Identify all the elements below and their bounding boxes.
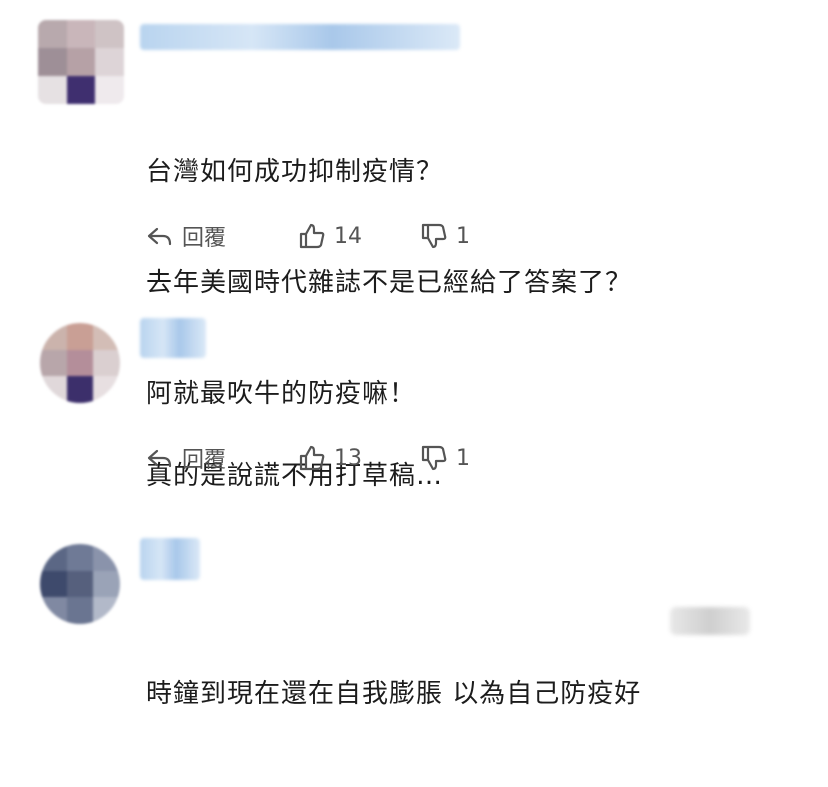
commenter-name[interactable] <box>140 318 206 358</box>
dislike-button[interactable]: 1 <box>420 443 470 473</box>
reply-button[interactable]: 回覆 <box>146 221 226 251</box>
reply-arrow-icon <box>147 449 172 468</box>
dislike-count: 1 <box>456 223 470 249</box>
dislike-button[interactable]: 1 <box>420 221 470 251</box>
thumbs-up-icon <box>299 223 325 249</box>
redacted-text <box>670 607 750 635</box>
dislike-count: 1 <box>456 445 470 471</box>
reply-label: 回覆 <box>182 226 227 251</box>
like-count: 14 <box>334 223 362 249</box>
avatar[interactable] <box>40 544 120 624</box>
comment-actions: 回覆 13 1 <box>146 443 486 473</box>
commenter-name[interactable] <box>140 24 460 50</box>
comment-line: 去年美國時代雜誌不是已經給了答案了？ <box>146 268 633 298</box>
reply-arrow-icon <box>147 227 172 246</box>
comment-line: 台灣如何成功抑制疫情？ <box>146 157 444 187</box>
like-button[interactable]: 13 <box>298 443 362 473</box>
like-button[interactable]: 14 <box>298 221 362 251</box>
like-count: 13 <box>334 445 362 471</box>
thumbs-up-icon <box>299 445 325 471</box>
thumbs-down-icon <box>421 223 447 249</box>
comment-actions: 回覆 14 1 <box>146 221 486 251</box>
commenter-name[interactable] <box>140 538 200 580</box>
avatar[interactable] <box>40 323 120 403</box>
reply-label: 回覆 <box>182 448 227 473</box>
avatar[interactable] <box>38 20 124 104</box>
comment-line: 時鐘到現在還在自我膨脹 以為自己防疫好 <box>146 679 642 709</box>
thumbs-down-icon <box>421 445 447 471</box>
comment-text: 時鐘到現在還在自我膨脹 以為自己防疫好 <box>146 602 641 787</box>
reply-button[interactable]: 回覆 <box>146 443 226 473</box>
